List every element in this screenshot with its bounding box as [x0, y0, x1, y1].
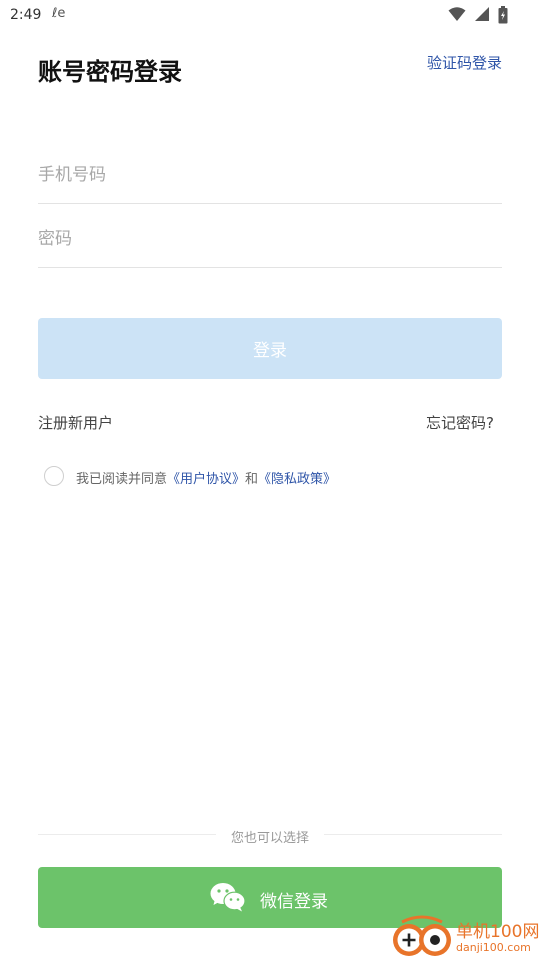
signal-icon	[474, 7, 489, 21]
agreement-text: 我已阅读并同意《用户协议》和《隐私政策》	[76, 468, 336, 487]
register-link[interactable]: 注册新用户	[38, 412, 113, 433]
password-input[interactable]	[38, 229, 502, 249]
status-time: 2:49	[10, 7, 42, 23]
phone-input[interactable]	[38, 165, 502, 185]
privacy-policy-link[interactable]: 《隐私政策》	[258, 472, 336, 487]
password-field-row	[38, 204, 502, 268]
carrier-icon: ℓe	[52, 6, 66, 21]
status-icons	[445, 6, 508, 25]
page-title: 账号密码登录	[38, 58, 182, 86]
phone-field-row	[38, 140, 502, 204]
status-bar: 2:49 ℓe	[0, 0, 540, 30]
battery-icon	[498, 6, 508, 24]
wechat-icon	[210, 883, 246, 912]
watermark-name: 单机100网	[456, 922, 540, 942]
divider-left	[38, 834, 216, 835]
forgot-password-link[interactable]: 忘记密码?	[426, 412, 494, 433]
watermark-logo-icon	[393, 915, 451, 956]
user-agreement-link[interactable]: 《用户协议》	[167, 472, 245, 487]
wechat-login-label: 微信登录	[260, 892, 328, 912]
agreement-checkbox[interactable]	[44, 466, 64, 486]
login-button[interactable]: 登录	[38, 318, 502, 379]
agreement-prefix: 我已阅读并同意	[76, 472, 168, 487]
watermark: 单机100网 danji100.com	[390, 914, 540, 960]
divider-right	[324, 834, 502, 835]
wifi-icon	[448, 7, 466, 21]
watermark-domain: danji100.com	[456, 941, 531, 954]
sms-code-login-link[interactable]: 验证码登录	[427, 52, 502, 73]
agreement-conjunction: 和	[245, 472, 259, 487]
alternative-login-label: 您也可以选择	[230, 831, 309, 846]
